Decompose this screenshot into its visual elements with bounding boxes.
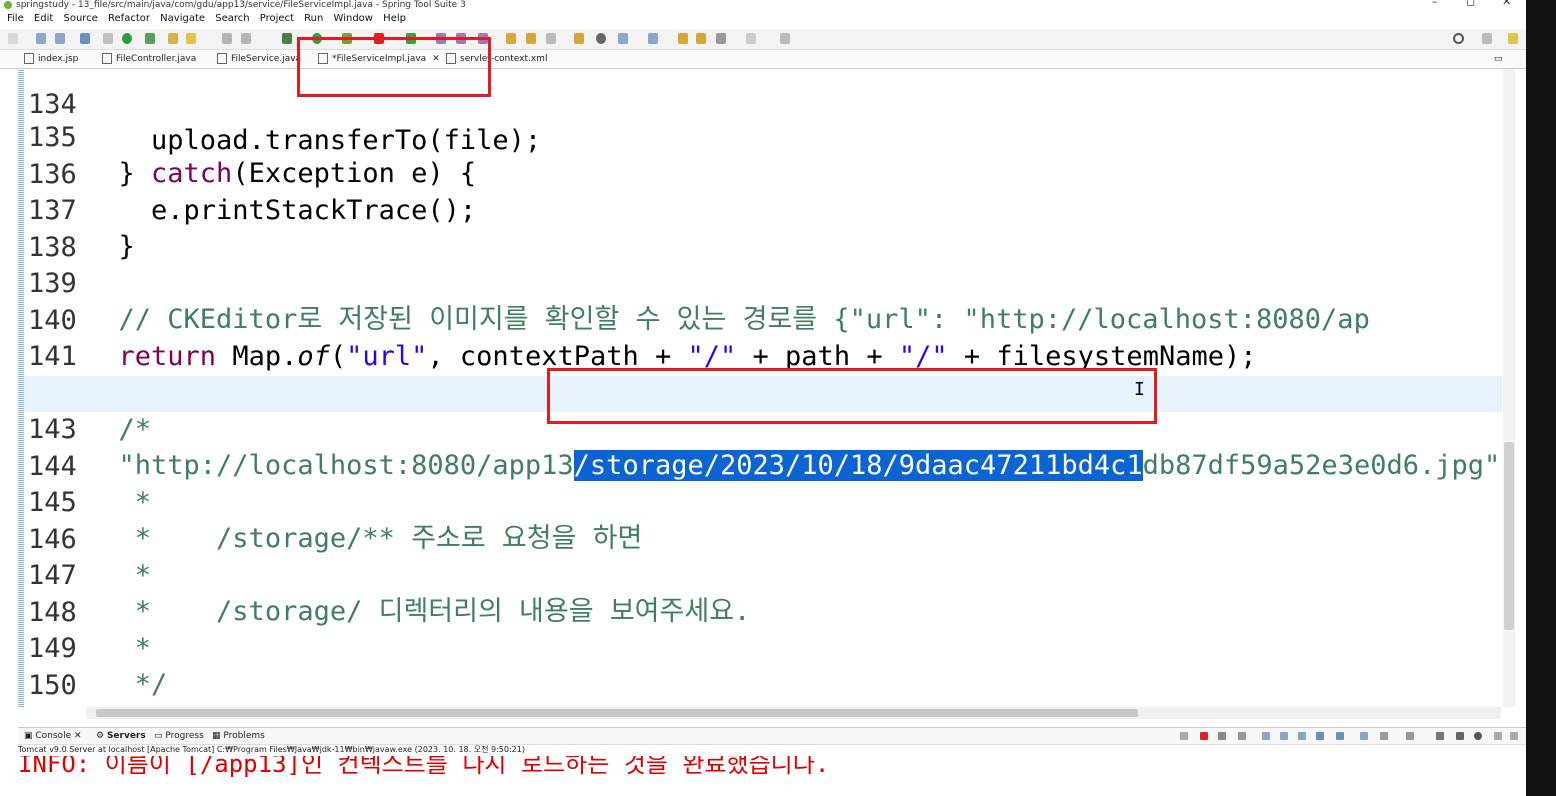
pin-editor-icon[interactable] xyxy=(780,33,790,44)
open-console-icon[interactable] xyxy=(1360,732,1368,740)
open-task-icon[interactable] xyxy=(526,33,536,44)
console-status: Tomcat v9.0 Server at localhost [Apache … xyxy=(18,745,525,754)
console-output: INFO: 이름이 [/app13]인 컨텍스트를 다시 로드하는 것을 완료했… xyxy=(18,756,830,778)
previous-annotation-icon[interactable] xyxy=(648,33,658,44)
tab-progress[interactable]: ▭ Progress xyxy=(154,728,204,744)
menu-bar: File Edit Source Refactor Navigate Searc… xyxy=(0,11,1526,27)
menu-run[interactable]: Run xyxy=(304,11,323,27)
globe-icon[interactable] xyxy=(596,33,606,44)
window-title: springstudy - 13_file/src/main/java/com/… xyxy=(16,0,466,10)
menu-help[interactable]: Help xyxy=(383,11,406,27)
vertical-scroll-thumb[interactable] xyxy=(1504,442,1514,630)
pin-console-icon[interactable] xyxy=(1316,732,1324,740)
close-console-icon[interactable]: ✕ xyxy=(74,731,82,741)
print-icon[interactable] xyxy=(80,33,90,44)
next-annotation-icon[interactable] xyxy=(618,33,628,44)
maximize-button[interactable]: ◻ xyxy=(1466,0,1475,7)
search-icon[interactable] xyxy=(1453,33,1464,44)
code-line: 140 return Map.of("url", contextPath + "… xyxy=(24,267,1502,372)
main-toolbar xyxy=(0,29,1526,50)
open-type-icon[interactable] xyxy=(506,33,516,44)
back-icon[interactable] xyxy=(716,33,726,44)
console-menu-icon[interactable] xyxy=(1380,732,1388,740)
close-window-button[interactable]: ✕ xyxy=(1502,0,1511,7)
refresh-icon[interactable] xyxy=(145,33,155,44)
tab-filecontroller[interactable]: FileController.java xyxy=(98,51,200,68)
line-number: 151 xyxy=(28,704,84,707)
tab-servers[interactable]: ⚙ Servers xyxy=(96,728,146,744)
mark-occurrences-icon[interactable] xyxy=(186,33,196,44)
code-line: 150 xyxy=(24,632,1502,701)
word-wrap-icon[interactable] xyxy=(241,33,251,44)
tab-index-jsp[interactable]: index.jsp xyxy=(20,51,82,68)
forward-icon[interactable] xyxy=(746,33,756,44)
code-line: 138 xyxy=(24,194,1502,263)
code-line: 141 xyxy=(24,303,1502,372)
maximize-console-icon[interactable] xyxy=(1510,732,1518,740)
menu-navigate[interactable]: Navigate xyxy=(160,11,205,27)
remove-all-icon[interactable] xyxy=(1218,732,1226,740)
tab-fileservice[interactable]: FileService.java xyxy=(213,51,305,68)
menu-window[interactable]: Window xyxy=(334,11,373,27)
gear-icon[interactable] xyxy=(1474,732,1482,740)
tab-problems[interactable]: ▦ Problems xyxy=(212,728,265,744)
minimize-console-icon[interactable] xyxy=(1494,732,1502,740)
show-on-output-icon[interactable] xyxy=(1298,732,1306,740)
jsp-file-icon xyxy=(24,53,34,64)
menu-source[interactable]: Source xyxy=(63,11,97,27)
code-line: 145 * /storage/** 주소로 요청을 하면 xyxy=(24,449,1502,554)
scroll-lock-icon[interactable] xyxy=(1262,732,1270,740)
code-line: 147 * /storage/ 디렉터리의 내용을 보여주세요. xyxy=(24,522,1502,627)
code-line: 149 */ xyxy=(24,595,1502,700)
settings-icon[interactable] xyxy=(1436,732,1444,740)
spring-tool-suite-icon xyxy=(4,0,12,9)
menu-search[interactable]: Search xyxy=(215,11,249,27)
tab-console[interactable]: ▣ Console ✕ xyxy=(24,728,82,744)
minimize-editor-button[interactable]: ▭ xyxy=(1490,51,1507,68)
forward-edit-icon[interactable] xyxy=(696,33,706,44)
block-selection-icon[interactable] xyxy=(222,33,232,44)
save-icon[interactable] xyxy=(36,33,46,44)
code-line: 136 e.printStackTrace(); xyxy=(24,121,1502,226)
java-file-icon xyxy=(102,53,112,64)
window-title-bar: springstudy - 13_file/src/main/java/com/… xyxy=(0,0,1526,10)
terminate-icon[interactable] xyxy=(1200,732,1208,740)
code-line: 146 * xyxy=(24,486,1502,591)
code-line: 151 xyxy=(24,668,1502,707)
save-all-icon[interactable] xyxy=(55,33,65,44)
horizontal-scroll-thumb[interactable] xyxy=(96,709,1138,717)
menu-file[interactable]: File xyxy=(7,11,24,27)
spring-perspective-icon[interactable] xyxy=(1508,33,1518,44)
menu-refactor[interactable]: Refactor xyxy=(108,11,150,27)
menu-project[interactable]: Project xyxy=(260,11,294,27)
annotation-box-tab xyxy=(297,37,491,97)
last-edit-icon[interactable] xyxy=(678,33,688,44)
text-cursor-icon: I xyxy=(1134,379,1145,400)
java-file-icon xyxy=(217,53,227,64)
run-last-icon[interactable] xyxy=(122,33,132,44)
debug-icon[interactable] xyxy=(282,33,292,44)
code-line: 148 * xyxy=(24,559,1502,664)
new-console-icon[interactable] xyxy=(1406,732,1414,740)
clear-console-icon[interactable] xyxy=(1238,732,1246,740)
left-side-trim xyxy=(0,69,18,709)
search-tool-icon[interactable] xyxy=(546,33,556,44)
code-line: 135 } catch(Exception e) { xyxy=(24,84,1502,189)
word-wrap-console-icon[interactable] xyxy=(1280,732,1288,740)
menu-edit[interactable]: Edit xyxy=(34,11,53,27)
minimize-button[interactable]: – xyxy=(1432,0,1438,7)
remove-launch-icon[interactable] xyxy=(1180,732,1188,740)
code-line: 137 } xyxy=(24,157,1502,262)
toggle-icon[interactable] xyxy=(103,33,113,44)
desktop-edge xyxy=(1526,0,1556,796)
pin-icon[interactable] xyxy=(168,33,178,44)
open-perspective-icon[interactable] xyxy=(1482,33,1492,44)
code-line: 139 // CKEditor로 저장된 이미지를 확인할 수 있는 경로를 {… xyxy=(24,230,1502,335)
new-icon[interactable] xyxy=(8,33,18,44)
folder-icon[interactable] xyxy=(574,33,584,44)
editor-tabs: index.jsp FileController.java FileServic… xyxy=(0,51,1526,69)
annotation-box-selection xyxy=(547,368,1157,424)
link-icon[interactable] xyxy=(1456,732,1464,740)
display-console-icon[interactable] xyxy=(1336,732,1344,740)
